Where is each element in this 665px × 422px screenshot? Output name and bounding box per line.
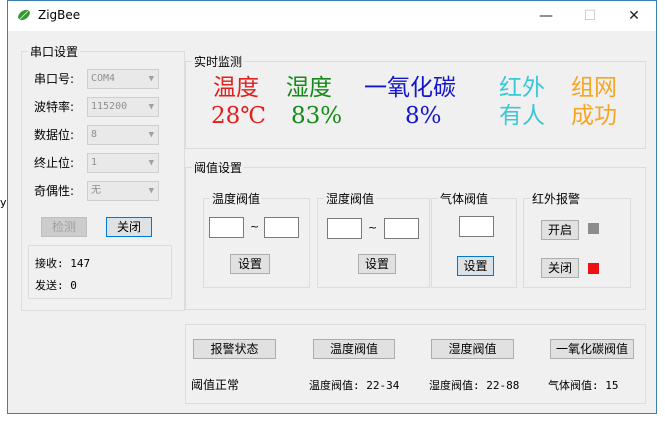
temp-threshold-title: 温度阀值 [212, 192, 261, 206]
gas-set-button[interactable]: 设置 [457, 256, 494, 276]
network-title: 组网 [571, 75, 617, 101]
minimize-button[interactable]: — [524, 1, 568, 31]
stopbits-value: 1 [91, 157, 98, 168]
humidity-set-button[interactable]: 设置 [358, 254, 396, 274]
app-window: ZigBee — ☐ ✕ 串口设置 串口号: COM4 ▼ 波特率: 11520… [7, 0, 657, 414]
network-value: 成功 [571, 103, 617, 129]
port-label: 串口号: [34, 72, 75, 86]
chevron-down-icon: ▼ [148, 186, 154, 196]
close-window-button[interactable]: ✕ [612, 1, 656, 31]
humidity-max-input[interactable] [384, 218, 419, 239]
ir-on-button[interactable]: 开启 [541, 220, 579, 240]
ir-off-button[interactable]: 关闭 [541, 258, 579, 278]
leaf-app-icon [18, 9, 30, 21]
send-count: 发送: 0 [35, 279, 77, 292]
ir-off-indicator [588, 263, 599, 274]
chevron-down-icon: ▼ [148, 130, 154, 140]
chevron-down-icon: ▼ [148, 102, 154, 112]
humidity-threshold-title: 湿度阀值 [326, 192, 375, 206]
gas-threshold-title: 气体阀值 [440, 192, 489, 206]
chevron-down-icon: ▼ [148, 74, 154, 84]
port-select[interactable]: COM4 ▼ [87, 69, 159, 89]
humidity-threshold-button[interactable]: 湿度阀值 [431, 339, 514, 359]
baud-select[interactable]: 115200 ▼ [87, 97, 159, 117]
stopbits-select[interactable]: 1 ▼ [87, 153, 159, 173]
co-value: 8% [405, 103, 442, 129]
threshold-status-text: 阈值正常 [191, 378, 240, 392]
databits-select[interactable]: 8 ▼ [87, 125, 159, 145]
gas-threshold-text: 气体阀值: 15 [548, 379, 619, 392]
databits-value: 8 [91, 129, 98, 140]
receive-count: 接收: 147 [35, 257, 91, 270]
threshold-title: 阈值设置 [194, 161, 243, 175]
temp-threshold-text: 温度阀值: 22-34 [309, 379, 400, 392]
parity-select[interactable]: 无 ▼ [87, 181, 159, 201]
humidity-min-input[interactable] [327, 218, 362, 239]
chevron-down-icon: ▼ [148, 158, 154, 168]
humidity-range-separator: ~ [368, 221, 378, 234]
monitor-group: 实时监测 [185, 53, 646, 149]
temperature-title: 温度 [213, 75, 259, 101]
humidity-title: 湿度 [286, 75, 332, 101]
humidity-threshold-text: 湿度阀值: 22-88 [429, 379, 520, 392]
co-title: 一氧化碳 [364, 75, 456, 101]
temperature-value: 28℃ [211, 103, 266, 129]
parity-label: 奇偶性: [34, 184, 75, 198]
infrared-title: 红外 [499, 75, 545, 101]
close-port-button[interactable]: 关闭 [106, 217, 152, 237]
window-title: ZigBee [38, 8, 81, 22]
ir-alarm-title: 红外报警 [532, 192, 581, 206]
title-bar: ZigBee — ☐ ✕ [8, 1, 656, 31]
monitor-title: 实时监测 [194, 55, 243, 69]
maximize-button[interactable]: ☐ [568, 1, 612, 31]
baud-label: 波特率: [34, 100, 75, 114]
parity-value: 无 [91, 185, 101, 196]
temp-threshold-button[interactable]: 温度阀值 [313, 339, 395, 359]
infrared-value: 有人 [499, 103, 545, 129]
baud-value: 115200 [91, 101, 128, 112]
databits-label: 数据位: [34, 128, 75, 142]
ir-on-indicator [588, 223, 599, 234]
stopbits-label: 终止位: [34, 156, 75, 170]
temp-min-input[interactable] [209, 217, 244, 238]
co-threshold-button[interactable]: 一氧化碳阀值 [550, 339, 634, 359]
temp-max-input[interactable] [264, 217, 299, 238]
alarm-status-button[interactable]: 报警状态 [193, 339, 276, 359]
gas-input[interactable] [459, 216, 494, 237]
detect-button[interactable]: 检测 [41, 217, 87, 237]
port-value: COM4 [91, 73, 116, 84]
humidity-value: 83% [291, 103, 343, 129]
temp-range-separator: ~ [250, 220, 260, 233]
temp-set-button[interactable]: 设置 [230, 254, 270, 274]
serial-settings-title: 串口设置 [30, 45, 79, 59]
